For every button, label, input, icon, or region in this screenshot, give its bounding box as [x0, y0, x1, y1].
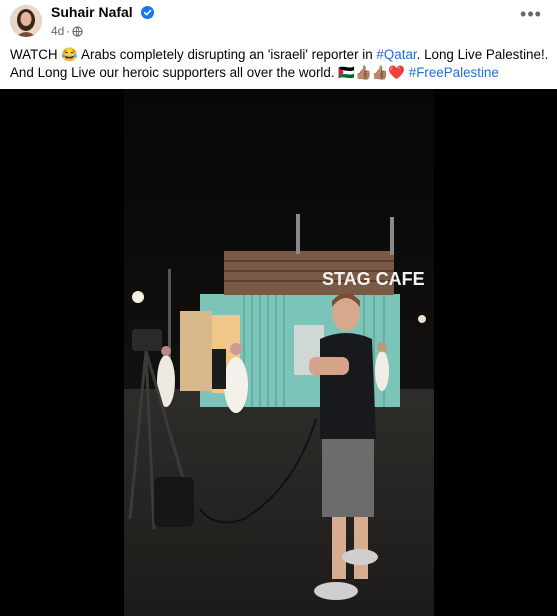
heart-emoji: ❤️	[388, 65, 406, 80]
caption-watch: WATCH	[10, 47, 58, 62]
cafe-sign-text: STAG CAFE	[322, 269, 425, 289]
caption-text-3: Long Live our heroic supporters all over…	[37, 65, 335, 80]
meta-separator: ·	[66, 24, 71, 38]
verified-badge-icon	[140, 6, 154, 22]
avatar[interactable]	[10, 5, 42, 37]
caption-text-1: Arabs completely disrupting an 'israeli'…	[81, 47, 373, 62]
globe-icon[interactable]	[72, 26, 83, 40]
author-name[interactable]: Suhair Nafal	[51, 4, 154, 22]
post-time[interactable]: 4d	[51, 24, 64, 38]
author-name-text[interactable]: Suhair Nafal	[51, 4, 133, 20]
flag-emojis: 🇵🇸👍🏽👍🏽	[338, 65, 389, 80]
post-header: Suhair Nafal 4d · •••	[0, 0, 557, 44]
hashtag-freepalestine-link[interactable]: #FreePalestine	[409, 65, 499, 80]
more-options-icon[interactable]: •••	[519, 5, 543, 28]
video-frame-image: STAG CAFE	[124, 89, 434, 616]
video-player[interactable]: STAG CAFE	[124, 89, 434, 616]
post-caption: WATCH 😂 Arabs completely disrupting an '…	[10, 46, 550, 82]
laugh-emoji: 😂	[61, 47, 79, 62]
hashtag-qatar-link[interactable]: #Qatar	[376, 47, 416, 62]
facebook-post: Suhair Nafal 4d · ••• WATCH 😂 Arabs compl…	[0, 0, 557, 616]
video-area: STAG CAFE	[0, 89, 557, 616]
post-meta: 4d ·	[51, 24, 83, 40]
